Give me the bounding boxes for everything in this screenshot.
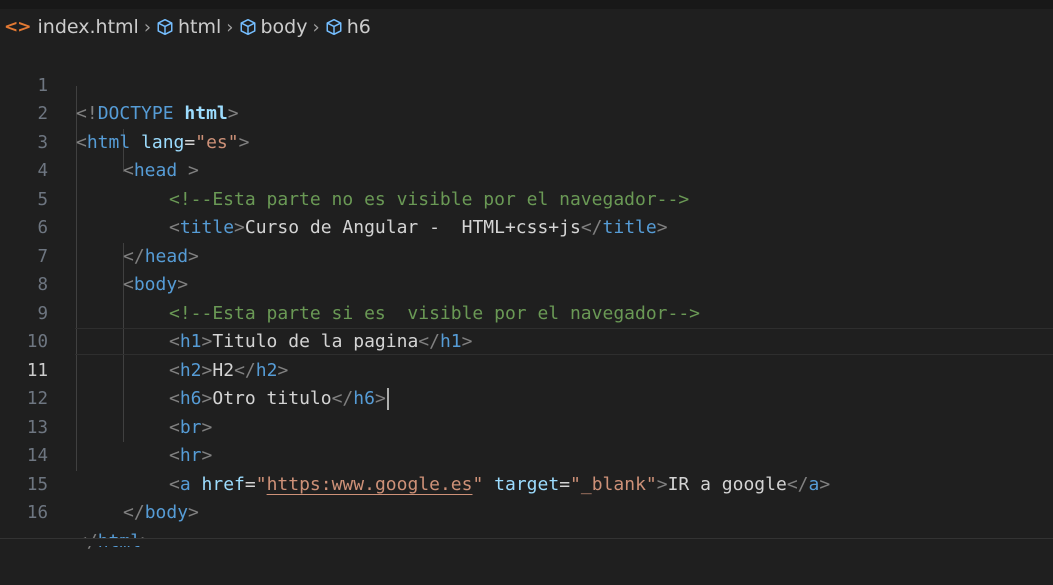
chevron-right-icon: ›	[312, 16, 320, 38]
code-line[interactable]: 4 <!--Esta parte no es visible por el na…	[0, 129, 1053, 210]
code-line-active[interactable]: 11 <h6>Otro titulo</h6>	[0, 328, 1053, 410]
breadcrumb-item-h6[interactable]: h6	[347, 16, 371, 38]
breadcrumb: <> index.html › html › body › h6	[0, 11, 1053, 43]
code-line[interactable]: 3 <head >	[0, 100, 1053, 182]
line-number: 16	[26, 503, 48, 523]
code-line[interactable]: 1 <!DOCTYPE html>	[0, 43, 1053, 125]
token-tag: body	[144, 502, 189, 523]
code-line[interactable]: 6 </head>	[0, 186, 1053, 267]
editor-tab-strip	[0, 0, 1053, 9]
html-file-icon: <>	[4, 17, 31, 37]
code-line[interactable]: 7 <body>	[0, 214, 1053, 296]
code-line[interactable]: 5 <title>Curso de Angular - HTML+css+js<…	[0, 157, 1053, 239]
code-editor[interactable]: 1 <!DOCTYPE html> 2 <html lang="es"> 3 <…	[0, 43, 1053, 552]
code-line[interactable]: 12 <br>	[0, 357, 1053, 438]
code-line[interactable]: 14 <a href="https:www.google.es" target=…	[0, 414, 1053, 495]
breadcrumb-item-html[interactable]: html	[178, 16, 221, 38]
breadcrumb-file[interactable]: index.html	[38, 16, 139, 38]
breadcrumb-item-body[interactable]: body	[261, 16, 308, 38]
code-line[interactable]: 10 <h2>H2</h2>	[0, 300, 1053, 381]
cube-symbol-icon	[326, 18, 342, 36]
cube-symbol-icon	[240, 18, 255, 36]
code-line[interactable]: 9 <h1>Titulo de la pagina</h1>	[0, 271, 1053, 353]
code-line[interactable]: 15 </body>	[0, 442, 1053, 524]
chevron-right-icon: ›	[143, 16, 152, 38]
token-bracket: >	[188, 502, 199, 523]
cube-symbol-icon	[157, 18, 173, 36]
chevron-right-icon: ›	[226, 16, 234, 38]
token-bracket: </	[123, 502, 145, 523]
code-line[interactable]: 13 <hr>	[0, 385, 1053, 467]
code-line[interactable]: 8 <!--Esta parte si es visible por el na…	[0, 243, 1053, 324]
code-line[interactable]: 2 <html lang="es">	[0, 72, 1053, 153]
code-line[interactable]: 16 </html>	[0, 471, 1053, 552]
